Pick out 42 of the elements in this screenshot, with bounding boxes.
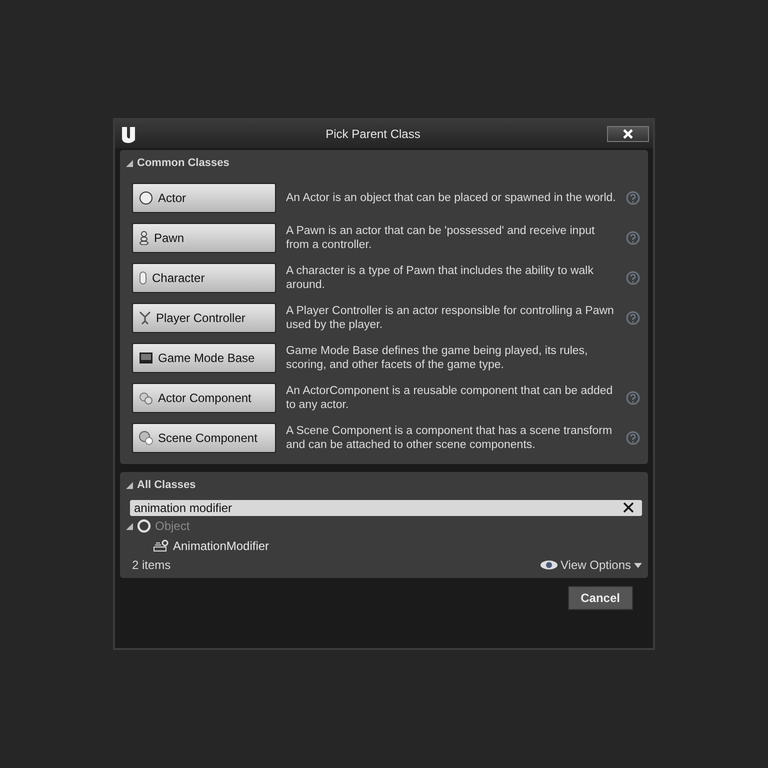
cancel-button[interactable]: Cancel <box>568 586 633 610</box>
class-button[interactable]: Pawn <box>132 223 276 253</box>
section-title: All Classes <box>137 479 196 491</box>
help-icon[interactable] <box>626 231 640 245</box>
expander-icon[interactable] <box>126 482 133 489</box>
eye-icon <box>540 560 558 570</box>
window-title: Pick Parent Class <box>324 127 422 141</box>
class-description: Game Mode Base defines the game being played, its rules, scoring, and other facets of the game type. <box>286 344 589 372</box>
section-title: Common Classes <box>137 157 230 169</box>
class-button[interactable]: Actor Component <box>132 383 276 413</box>
circle-icon <box>137 519 151 533</box>
class-description: A Scene Component is a component that has a scene transform and can be attached to other scene components. <box>286 424 614 452</box>
search-field[interactable]: animation modifier <box>130 500 642 516</box>
help-icon[interactable] <box>626 431 640 445</box>
class-button[interactable]: Game Mode Base <box>132 343 276 373</box>
animation-modifier-icon <box>153 539 169 553</box>
help-icon[interactable] <box>626 311 640 325</box>
class-description: A Pawn is an actor that can be 'possessed' and receive input from a controller. <box>286 224 596 252</box>
caret-icon <box>634 562 642 568</box>
clear-icon[interactable] <box>623 502 634 513</box>
spheres-icon <box>139 431 153 445</box>
close-icon <box>622 129 634 139</box>
help-icon[interactable] <box>626 391 640 405</box>
class-button[interactable]: Scene Component <box>132 423 276 453</box>
help-icon[interactable] <box>626 271 640 285</box>
figure-icon <box>139 311 151 325</box>
pawn-icon <box>139 231 149 245</box>
item-count: 2 items <box>132 558 171 572</box>
close-button[interactable] <box>607 126 649 142</box>
class-button[interactable]: Character <box>132 263 276 293</box>
help-icon[interactable] <box>626 191 640 205</box>
sphere-icon <box>139 191 153 205</box>
monitor-icon <box>139 352 153 364</box>
class-button[interactable]: Actor <box>132 183 276 213</box>
class-description: An Actor is an object that can be placed or spawned in the world. <box>286 191 617 205</box>
expander-icon[interactable] <box>126 160 133 167</box>
view-options-button[interactable]: View Options <box>540 558 642 572</box>
class-button[interactable]: Player Controller <box>132 303 276 333</box>
capsule-icon <box>139 271 147 285</box>
class-description: A character is a type of Pawn that includes the ability to walk around. <box>286 264 594 292</box>
class-description: A Player Controller is an actor responsible for controlling a Pawn used by the player. <box>286 304 615 332</box>
class-description: An ActorComponent is a reusable component that can be added to any actor. <box>286 384 614 412</box>
